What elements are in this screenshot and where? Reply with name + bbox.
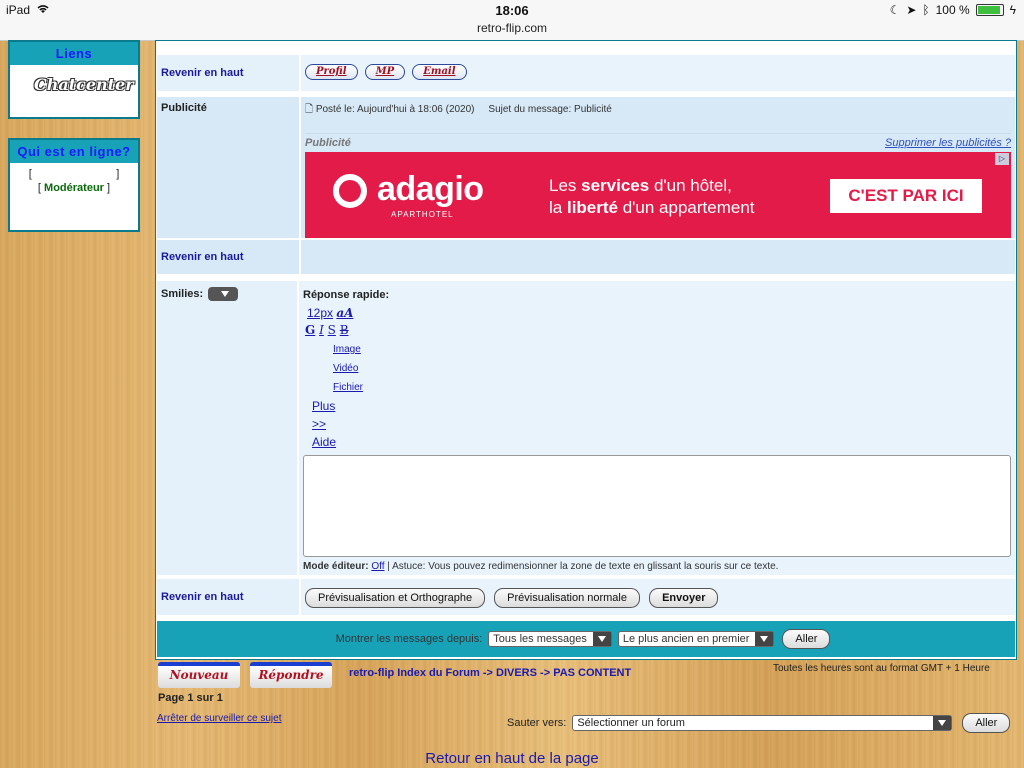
online-title: Qui est en ligne?	[10, 140, 138, 163]
clock: 18:06	[495, 3, 529, 18]
battery-icon	[975, 4, 1004, 16]
italic-button[interactable]: I	[319, 323, 324, 337]
file-button[interactable]: Fichier	[333, 378, 1011, 397]
editor-mode-line: Mode éditeur: Off | Astuce: Vous pouvez …	[303, 561, 1011, 572]
breadcrumb: retro-flip Index du Forum -> DIVERS -> P…	[349, 667, 631, 679]
forum-select[interactable]: Sélectionner un forum	[572, 715, 953, 731]
location-arrow-icon: ➤	[906, 3, 917, 17]
quick-reply-title: Réponse rapide:	[303, 289, 390, 301]
back-to-top-link[interactable]: Revenir en haut	[161, 591, 244, 603]
adchoices-icon[interactable]: ▷	[995, 153, 1009, 165]
post-date: Posté le: Aujourd'hui à 18:06 (2020)	[315, 104, 475, 115]
ad-post-row: Publicité 🗋 Posté le: Aujourd'hui à 18:0…	[157, 97, 1015, 238]
post-meta: 🗋 Posté le: Aujourd'hui à 18:06 (2020) S…	[305, 102, 1011, 119]
ad-banner[interactable]: adagio APARTHOTEL Les services d'un hôte…	[305, 152, 1011, 238]
smilies-dropdown[interactable]	[208, 287, 239, 301]
online-box: Qui est en ligne? [ Administrateur ] [ M…	[8, 138, 140, 232]
jump-to-forum: Sauter vers: Sélectionner un forum Aller	[507, 713, 1016, 733]
quick-reply-row: Smilies: Réponse rapide: 12px aA G I S B…	[157, 281, 1015, 575]
help-button[interactable]: Aide	[312, 433, 1011, 451]
bracket-close: ]	[107, 182, 111, 194]
message-filter-bar: Montrer les messages depuis: Tous les me…	[157, 621, 1015, 657]
next-toolbar-button[interactable]: >>	[312, 415, 1011, 433]
ad-tagline-1: Les services d'un hôtel,	[549, 176, 732, 195]
timezone-note: Toutes les heures sont au format GMT + 1…	[773, 663, 990, 674]
post-icon: 🗋	[305, 104, 314, 115]
links-title: Liens	[10, 42, 138, 65]
address-bar[interactable]: retro-flip.com	[0, 20, 1024, 41]
remove-ads-link[interactable]: Supprimer les publicités ?	[885, 137, 1011, 149]
mod-label: Modérateur	[44, 182, 104, 194]
moon-icon: ☾	[889, 3, 901, 17]
pm-button[interactable]: MP	[364, 64, 406, 80]
video-button[interactable]: Vidéo	[333, 359, 1011, 378]
stop-watching-link[interactable]: Arrêter de surveiller ce sujet	[157, 713, 282, 724]
image-button[interactable]: Image	[333, 340, 1011, 359]
chevron-down-icon	[755, 632, 774, 646]
chevron-down-icon	[592, 632, 611, 646]
email-button[interactable]: Email	[412, 64, 467, 80]
status-bar: iPad 18:06 ☾ ➤ ᛒ 100 % ϟ	[0, 0, 1024, 20]
reply-actions-row: Revenir en haut Prévisualisation et Orth…	[157, 579, 1015, 615]
chatcenter-logo[interactable]: Chatcenter	[34, 71, 134, 99]
breadcrumb-home[interactable]: retro-flip Index du Forum	[349, 667, 480, 679]
battery-fill	[977, 6, 1000, 14]
post-footer-row: Revenir en haut Profil MP Email	[157, 55, 1015, 91]
underline-button[interactable]: S	[328, 323, 336, 337]
ad-cta-button[interactable]: C'EST PAR ICI	[830, 179, 982, 213]
page-count: Page 1 sur 1	[158, 692, 223, 704]
editor-mode-label: Mode éditeur:	[303, 561, 369, 572]
filter-go-button[interactable]: Aller	[782, 629, 831, 649]
breadcrumb-sep: ->	[540, 667, 551, 679]
new-topic-button[interactable]: Nouveau	[158, 662, 240, 688]
back-to-top-link[interactable]: Revenir en haut	[161, 251, 244, 263]
adagio-logo-icon	[333, 174, 367, 208]
bluetooth-icon: ᛒ	[922, 3, 930, 17]
filter-label: Montrer les messages depuis:	[335, 633, 483, 645]
charging-icon: ϟ	[1009, 3, 1016, 17]
ad-label: Publicité	[305, 137, 351, 149]
font-face-button[interactable]: aA	[336, 306, 353, 320]
post-subject: Sujet du message: Publicité	[488, 104, 612, 115]
breadcrumb-category[interactable]: DIVERS	[496, 667, 537, 679]
preview-spellcheck-button[interactable]: Prévisualisation et Orthographe	[305, 588, 486, 608]
ad-brand: adagio	[377, 170, 484, 208]
bold-button[interactable]: G	[305, 323, 315, 337]
bracket-open: [	[37, 182, 41, 194]
time-range-select[interactable]: Tous les messages	[488, 631, 612, 647]
breadcrumb-sep: ->	[482, 667, 493, 679]
post-author: Publicité	[157, 97, 301, 238]
editor-mode-toggle[interactable]: Off	[371, 561, 384, 572]
back-to-top-link[interactable]: Revenir en haut	[161, 67, 244, 79]
sort-order-select[interactable]: Le plus ancien en premier	[617, 631, 775, 647]
profile-button[interactable]: Profil	[305, 64, 358, 80]
message-textarea[interactable]	[303, 455, 1011, 557]
send-button[interactable]: Envoyer	[649, 588, 719, 608]
battery-percent: 100 %	[935, 3, 970, 17]
jump-go-button[interactable]: Aller	[962, 713, 1011, 733]
back-to-top-page-link[interactable]: Retour en haut de la page	[0, 750, 1024, 767]
more-button[interactable]: Plus	[312, 397, 1011, 415]
chevron-down-icon	[933, 716, 952, 730]
bracket-open: [	[28, 168, 32, 180]
links-box: Liens Chatcenter	[8, 40, 140, 119]
ad-brand-sub: APARTHOTEL	[391, 210, 454, 219]
reply-button[interactable]: Répondre	[250, 662, 332, 688]
ad-footer-row: Revenir en haut	[157, 240, 1015, 274]
editor-tip: | Astuce: Vous pouvez redimensionner la …	[387, 561, 779, 572]
admin-label: Administrateur	[34, 168, 114, 180]
font-size-button[interactable]: 12px	[307, 306, 333, 320]
breadcrumb-forum[interactable]: PAS CONTENT	[553, 667, 631, 679]
ad-tagline-2: la liberté d'un appartement	[549, 198, 755, 217]
smilies-label: Smilies:	[161, 287, 204, 300]
preview-button[interactable]: Prévisualisation normale	[494, 588, 640, 608]
online-legend: [ Administrateur ] [ Modérateur ]	[10, 163, 138, 205]
strike-button[interactable]: B	[340, 323, 349, 337]
jump-label: Sauter vers:	[507, 717, 567, 729]
topic-table: Revenir en haut Profil MP Email Publicit…	[155, 40, 1017, 660]
bracket-close: ]	[116, 168, 120, 180]
